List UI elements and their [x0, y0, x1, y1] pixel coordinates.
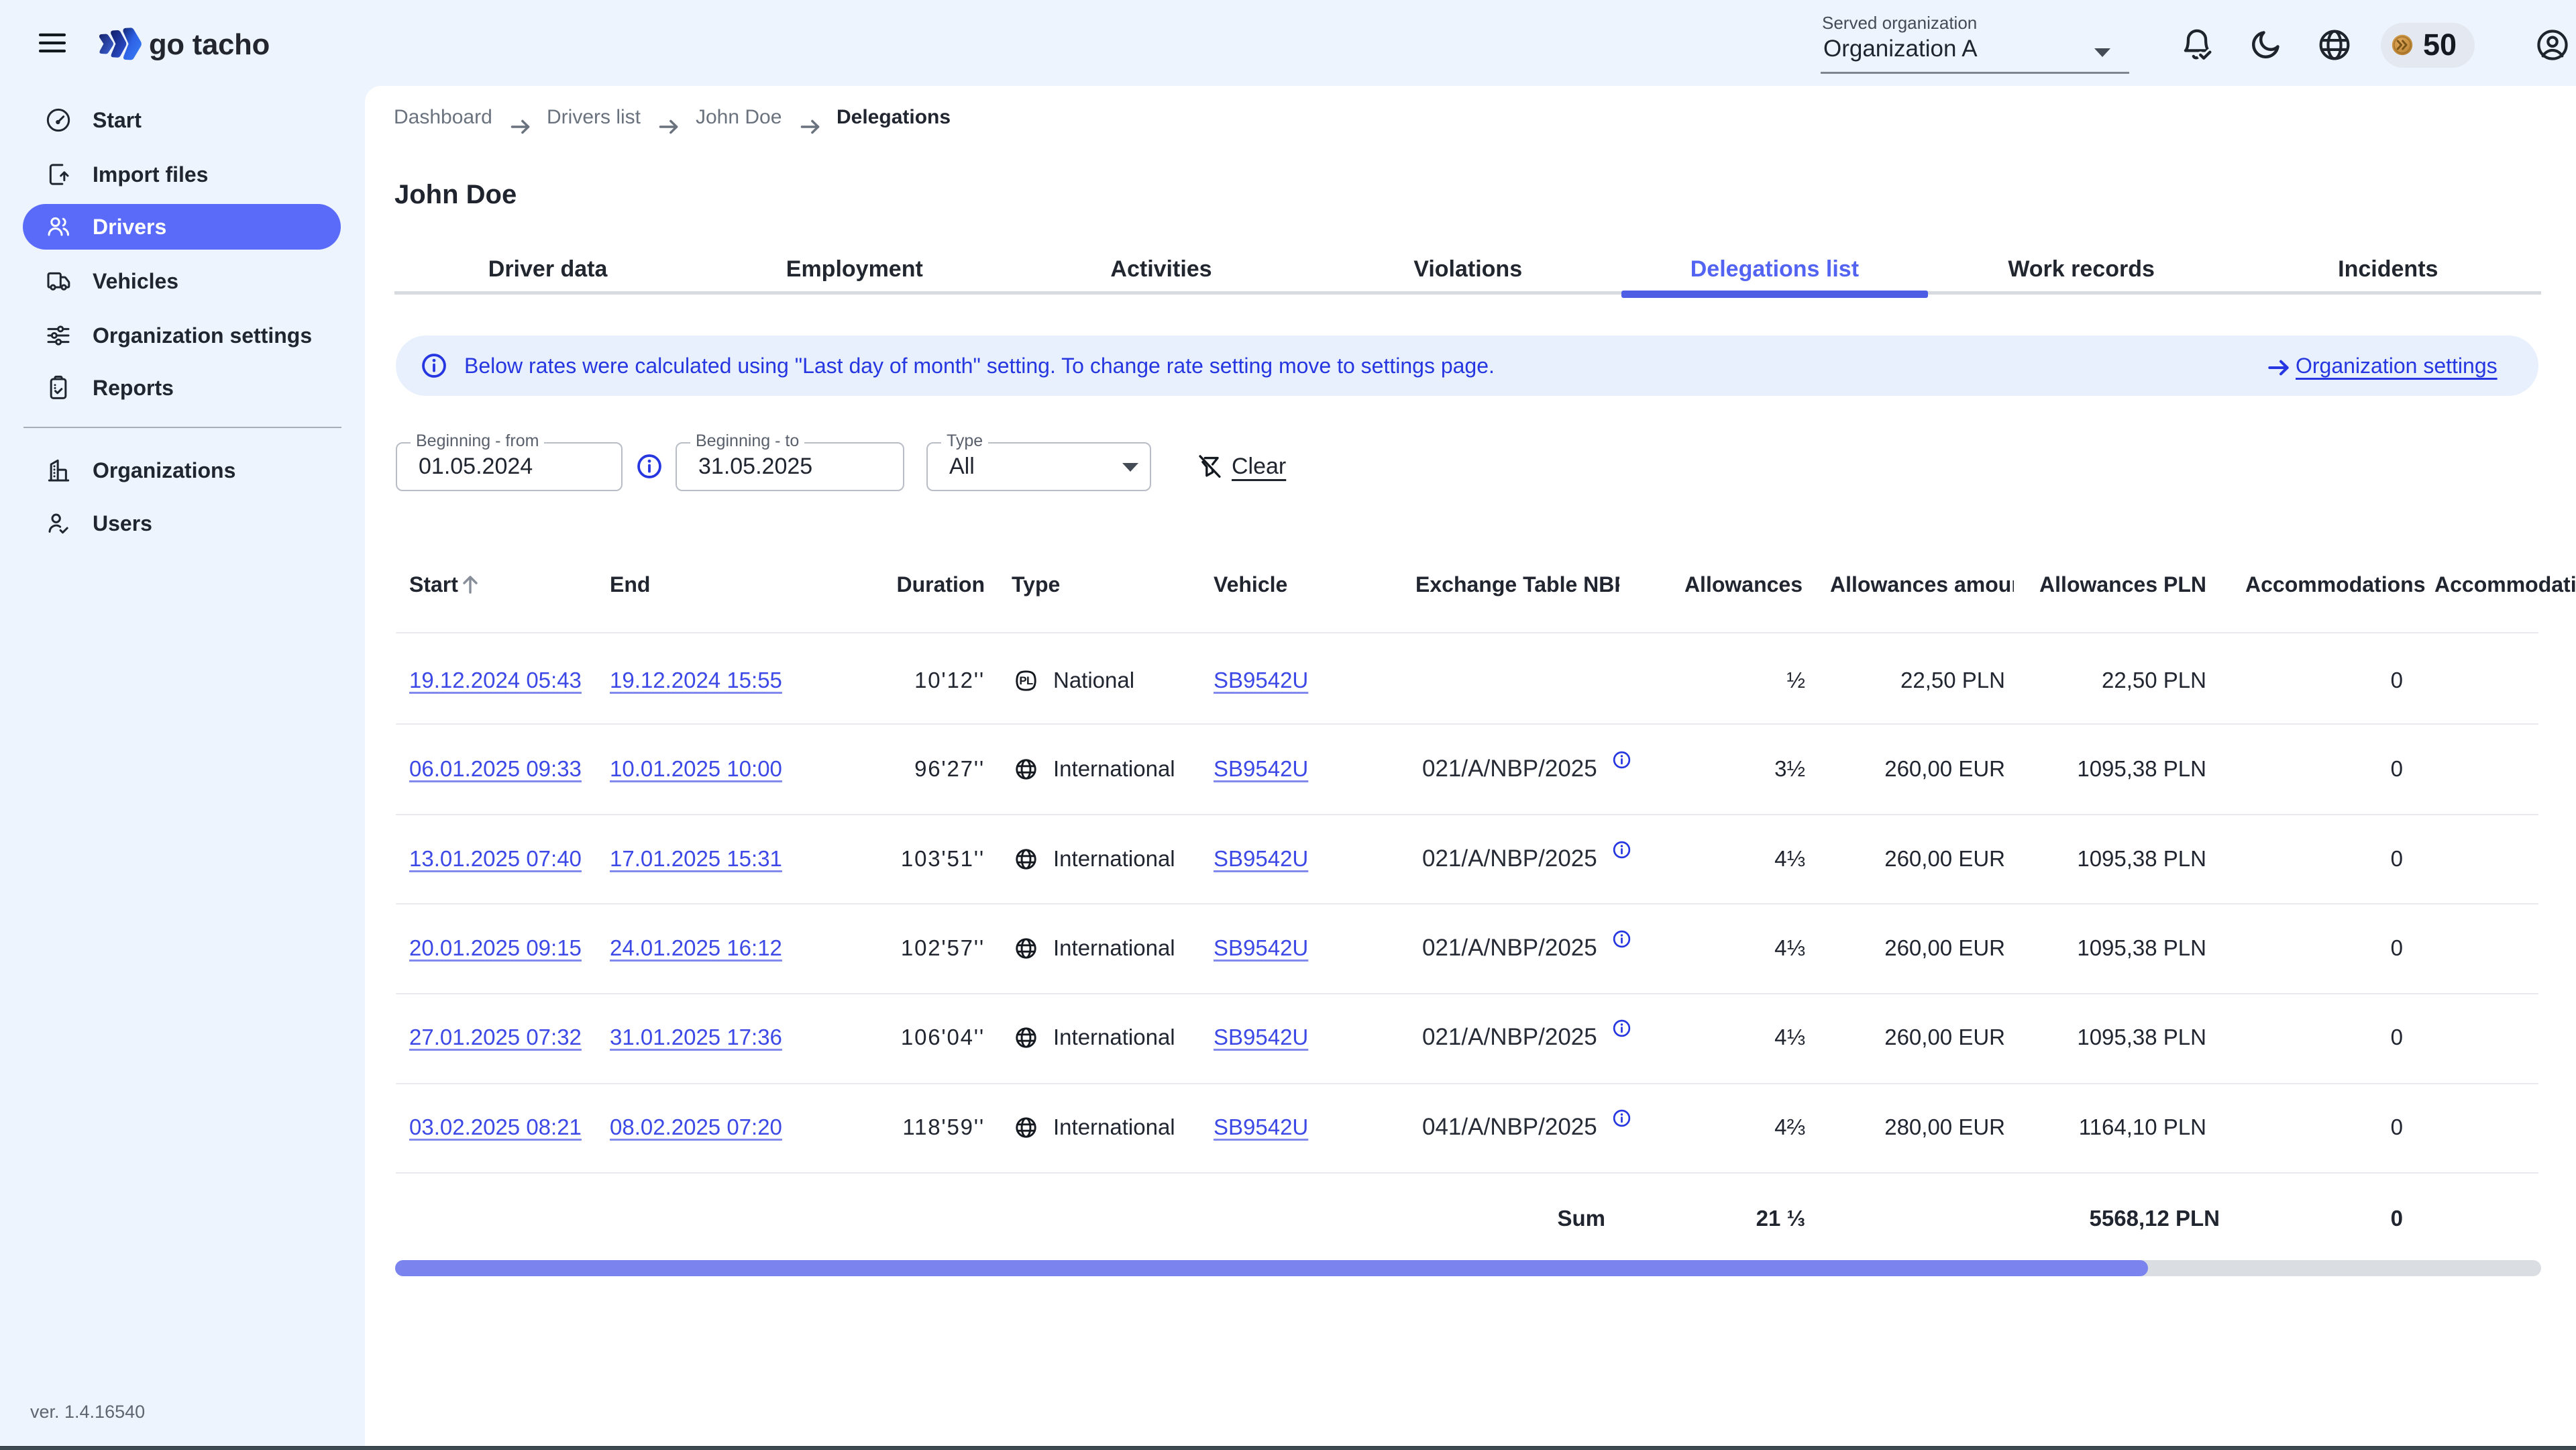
svg-text:PL: PL: [1019, 674, 1033, 687]
